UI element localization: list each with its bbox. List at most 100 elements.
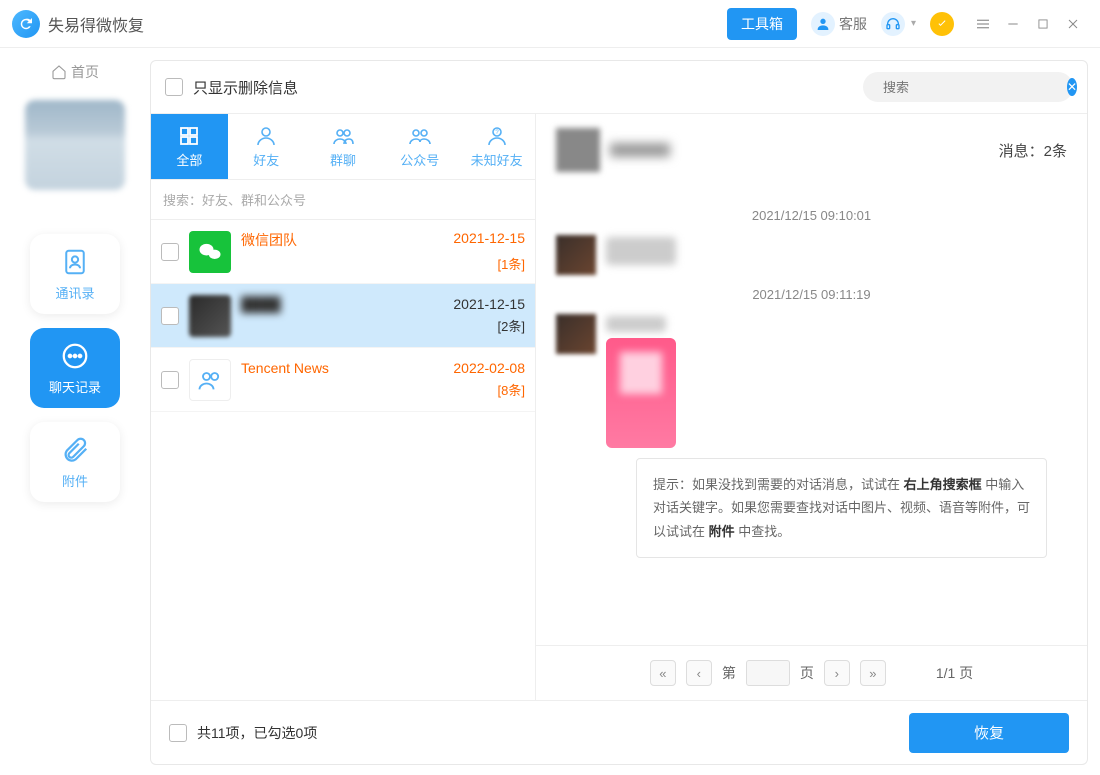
row-date: 2021-12-15 xyxy=(453,296,525,312)
tab-label: 群聊 xyxy=(330,150,356,169)
support-icon xyxy=(811,12,835,36)
status-badge-icon[interactable] xyxy=(930,12,954,36)
headset-icon xyxy=(881,12,905,36)
tab-unknown[interactable]: ? 未知好友 xyxy=(458,114,535,179)
row-count: [8条] xyxy=(241,380,525,399)
message-row xyxy=(556,314,1067,448)
maximize-button[interactable] xyxy=(1028,9,1058,39)
pager-last[interactable]: » xyxy=(860,660,886,686)
category-tabs: 全部 好友 群聊 公众号 xyxy=(151,114,535,180)
support-label: 客服 xyxy=(839,14,867,34)
contacts-icon xyxy=(60,247,90,277)
sidebar-home[interactable]: 首页 xyxy=(51,62,99,82)
message-content xyxy=(606,237,676,265)
search-input[interactable] xyxy=(875,80,1067,95)
row-avatar xyxy=(189,231,231,273)
conversation-header: 消息：2条 xyxy=(536,114,1087,186)
topbar: 只显示删除信息 ✕ xyxy=(151,61,1087,113)
chat-list: 微信团队 2021-12-15 [1条] ████ xyxy=(151,220,535,700)
official-icon xyxy=(408,124,432,148)
message-image[interactable] xyxy=(606,338,676,448)
conversation-avatar xyxy=(556,128,600,172)
group-icon xyxy=(331,124,355,148)
chat-icon xyxy=(60,341,90,371)
sidebar-item-label: 聊天记录 xyxy=(49,377,101,396)
message-row xyxy=(556,235,1067,275)
row-checkbox[interactable] xyxy=(161,307,179,325)
tab-all[interactable]: 全部 xyxy=(151,114,228,179)
recover-button[interactable]: 恢复 xyxy=(909,713,1069,753)
sidebar-item-label: 通讯录 xyxy=(55,283,94,302)
content-card: 只显示删除信息 ✕ 全部 xyxy=(150,60,1088,765)
tip-box: 提示：如果没找到需要的对话消息，试试在 右上角搜索框 中输入对话关键字。如果您需… xyxy=(636,458,1047,558)
close-button[interactable] xyxy=(1058,9,1088,39)
pager-prev[interactable]: ‹ xyxy=(686,660,712,686)
headset-dropdown[interactable]: ▾ xyxy=(881,12,916,36)
tab-label: 公众号 xyxy=(400,150,439,169)
toolbox-button[interactable]: 工具箱 xyxy=(727,8,797,40)
pager-label-post: 页 xyxy=(800,663,814,683)
tab-label: 全部 xyxy=(176,150,202,169)
tab-friends[interactable]: 好友 xyxy=(228,114,305,179)
row-checkbox[interactable] xyxy=(161,371,179,389)
app-logo xyxy=(12,10,40,38)
pager-label-pre: 第 xyxy=(722,663,736,683)
person-icon xyxy=(254,124,278,148)
pager-total: 1/1 页 xyxy=(936,663,973,683)
row-date: 2021-12-15 xyxy=(453,230,525,250)
app-title: 失易得微恢复 xyxy=(48,12,144,36)
select-all-checkbox[interactable] xyxy=(169,724,187,742)
footer-summary: 共11项，已勾选0项 xyxy=(197,723,317,743)
search-box[interactable]: ✕ xyxy=(863,72,1073,102)
message-time: 2021/12/15 09:10:01 xyxy=(556,208,1067,223)
row-date: 2022-02-08 xyxy=(453,360,525,376)
row-count: [2条] xyxy=(241,316,525,335)
sidebar-item-attachments[interactable]: 附件 xyxy=(30,422,120,502)
titlebar: 失易得微恢复 工具箱 客服 ▾ xyxy=(0,0,1100,48)
message-avatar xyxy=(556,314,596,354)
search-clear-button[interactable]: ✕ xyxy=(1067,78,1077,96)
conversation-panel: 消息：2条 2021/12/15 09:10:01 2021/12/15 09:… xyxy=(536,113,1087,700)
tab-official[interactable]: 公众号 xyxy=(381,114,458,179)
sidebar-item-label: 附件 xyxy=(62,471,88,490)
menu-button[interactable] xyxy=(968,9,998,39)
show-deleted-label: 只显示删除信息 xyxy=(193,77,298,98)
chat-list-panel: 全部 好友 群聊 公众号 xyxy=(151,113,536,700)
tab-label: 好友 xyxy=(253,150,279,169)
tab-label: 未知好友 xyxy=(471,150,523,169)
row-avatar xyxy=(189,295,231,337)
conversation-name xyxy=(610,143,670,157)
attachment-icon xyxy=(60,435,90,465)
pager: « ‹ 第 页 › » 1/1 页 xyxy=(536,645,1087,700)
grid-icon xyxy=(177,124,201,148)
sidebar-item-contacts[interactable]: 通讯录 xyxy=(30,234,120,314)
pager-first[interactable]: « xyxy=(650,660,676,686)
row-checkbox[interactable] xyxy=(161,243,179,261)
row-name: 微信团队 xyxy=(241,230,297,250)
show-deleted-checkbox[interactable] xyxy=(165,78,183,96)
row-name: ████ xyxy=(241,296,281,312)
support-link[interactable]: 客服 xyxy=(811,12,867,36)
conversation-meta: 消息：2条 xyxy=(999,140,1067,161)
message-time: 2021/12/15 09:11:19 xyxy=(556,287,1067,302)
pager-input[interactable] xyxy=(746,660,790,686)
unknown-icon: ? xyxy=(485,124,509,148)
pager-next[interactable]: › xyxy=(824,660,850,686)
sidebar: 首页 通讯录 聊天记录 附件 xyxy=(0,48,150,775)
filter-hint: 搜索：好友、群和公众号 xyxy=(151,180,535,220)
row-avatar xyxy=(189,359,231,401)
chat-row[interactable]: 微信团队 2021-12-15 [1条] xyxy=(151,220,535,284)
messages: 2021/12/15 09:10:01 2021/12/15 09:11:19 xyxy=(536,186,1087,645)
sidebar-account-avatar[interactable] xyxy=(25,100,125,190)
footer: 共11项，已勾选0项 恢复 xyxy=(151,700,1087,764)
chevron-down-icon: ▾ xyxy=(911,18,916,29)
minimize-button[interactable] xyxy=(998,9,1028,39)
sidebar-item-chat-history[interactable]: 聊天记录 xyxy=(30,328,120,408)
sidebar-home-label: 首页 xyxy=(71,62,99,82)
message-sender xyxy=(606,316,666,332)
chat-row[interactable]: Tencent News 2022-02-08 [8条] xyxy=(151,348,535,412)
row-name: Tencent News xyxy=(241,360,329,376)
row-count: [1条] xyxy=(241,254,525,273)
tab-groups[interactable]: 群聊 xyxy=(305,114,382,179)
chat-row[interactable]: ████ 2021-12-15 [2条] xyxy=(151,284,535,348)
